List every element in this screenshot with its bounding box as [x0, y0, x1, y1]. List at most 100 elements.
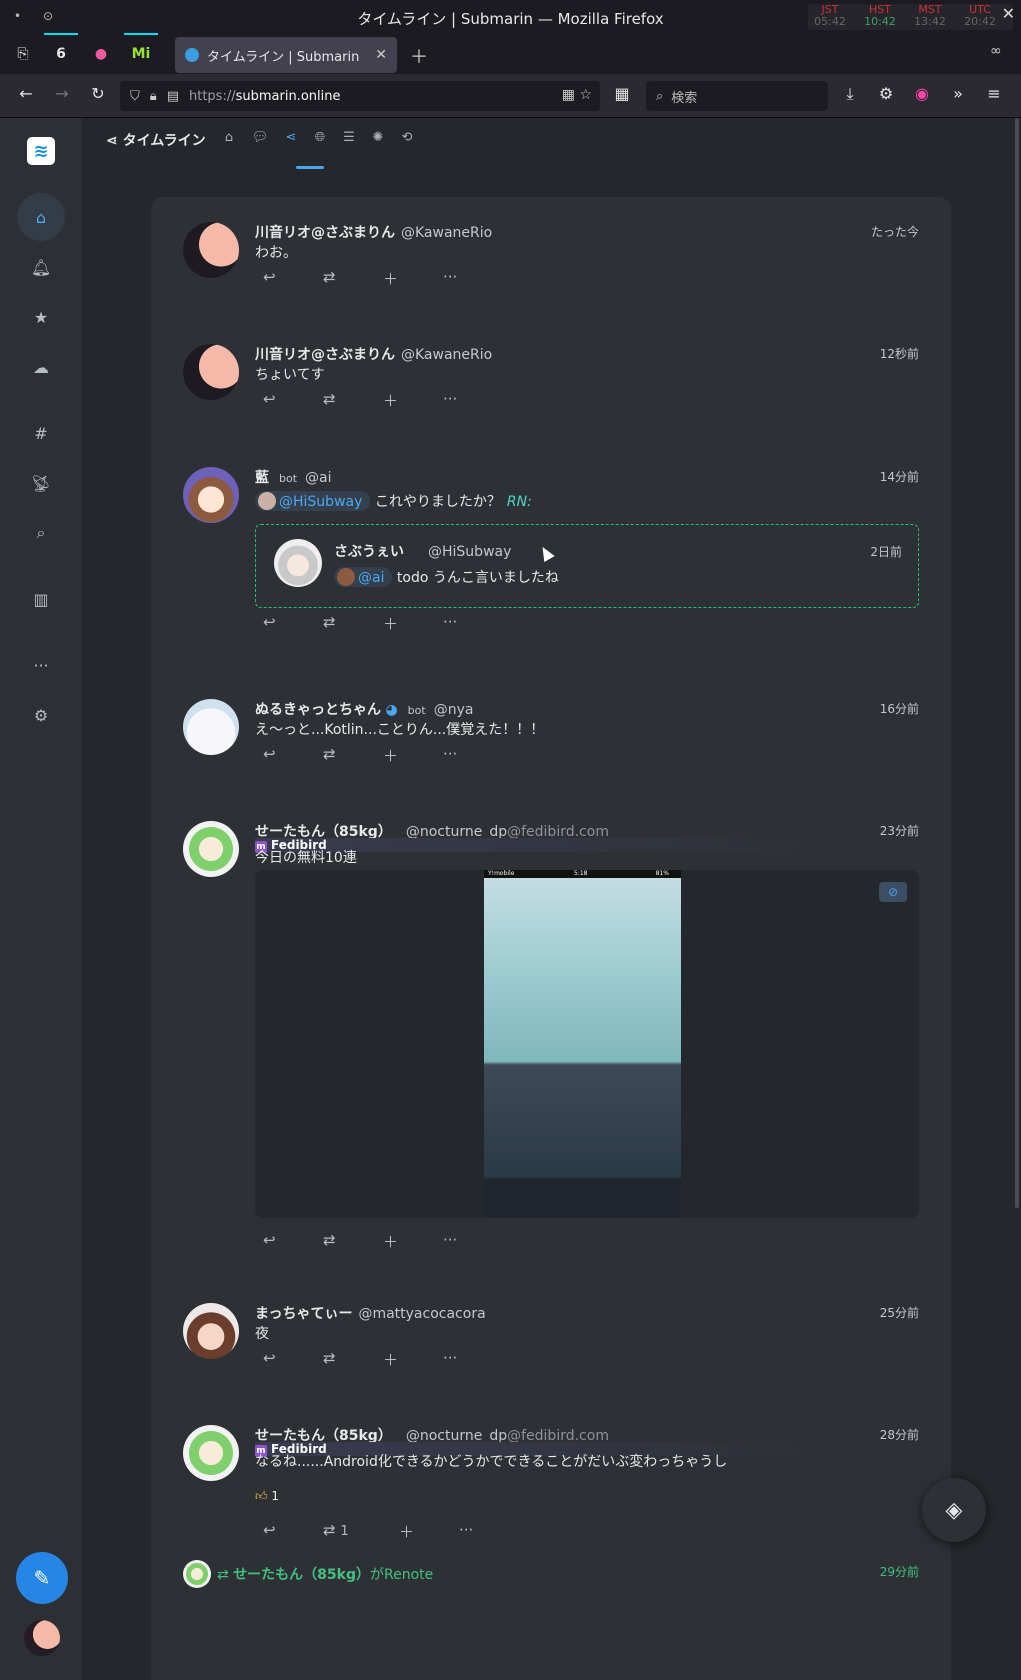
sidebar-item-hashtags[interactable]: # — [17, 409, 65, 457]
reply-icon[interactable]: ↩ — [255, 613, 315, 634]
media-attachment[interactable]: Y!mobile 5:18 81% ⊘ — [255, 870, 919, 1218]
note-time[interactable]: 14分前 — [880, 468, 919, 485]
qr-star-icons[interactable]: ▦ ☆ — [562, 87, 592, 103]
more-icon[interactable]: ··· — [435, 268, 495, 289]
tab-social-icon[interactable]: ⋖ — [280, 130, 302, 145]
user-acct[interactable]: @KawaneRio — [401, 347, 492, 363]
game-screenshot[interactable]: Y!mobile 5:18 81% — [484, 870, 681, 1218]
reply-icon[interactable]: ↩ — [255, 1521, 315, 1542]
sidebar-item-home[interactable]: ⌂ — [17, 193, 65, 241]
more-icon[interactable]: ··· — [435, 745, 495, 766]
window-close-icon[interactable]: ✕ — [1002, 4, 1015, 23]
note-time[interactable]: 23分前 — [880, 822, 919, 839]
reaction-add-icon[interactable]: ＋ — [375, 390, 435, 411]
sidebar-item-notifications[interactable]: 🔔︎ — [17, 243, 65, 291]
renote-icon[interactable]: ⇄ — [315, 613, 375, 634]
account-avatar[interactable] — [24, 1620, 60, 1656]
renote-icon[interactable]: ⇄ — [315, 390, 375, 411]
reload-icon[interactable]: ↻ — [86, 84, 110, 103]
user-name[interactable]: 川音リオ@さぶまりん — [255, 225, 395, 241]
reaction-add-icon[interactable]: ＋ — [375, 745, 435, 766]
mention-link[interactable]: @HiSubway — [255, 491, 371, 511]
tab-channel-icon[interactable]: ⟲ — [396, 130, 418, 145]
compose-button[interactable]: ✎ — [16, 1552, 68, 1604]
sidebar-item-deck[interactable]: ▥ — [17, 575, 65, 623]
renote-icon[interactable]: ⇄ — [315, 1349, 375, 1370]
tab-close-icon[interactable]: ✕ — [375, 47, 387, 63]
overflow-icon[interactable]: » — [946, 84, 970, 103]
renote-icon[interactable]: ⇄ — [315, 268, 375, 289]
note-time[interactable]: たった今 — [871, 223, 919, 240]
sidebar-item-favorites[interactable]: ★ — [17, 293, 65, 341]
renote-icon[interactable]: ⇄ 1 — [315, 1521, 391, 1542]
mention-link[interactable]: @ai — [334, 567, 393, 587]
more-icon[interactable]: ··· — [435, 613, 495, 634]
avatar[interactable] — [183, 821, 239, 877]
avatar[interactable] — [183, 344, 239, 400]
user-name[interactable]: 藍 — [255, 470, 269, 486]
renoter-name[interactable]: せーたもん（85kg） — [233, 1567, 370, 1583]
reaction-add-icon[interactable]: ＋ — [391, 1521, 451, 1542]
pinned-tab-files[interactable]: ⎘ — [10, 42, 36, 66]
avatar[interactable] — [183, 699, 239, 755]
reaction-add-icon[interactable]: ＋ — [375, 1349, 435, 1370]
reply-icon[interactable]: ↩ — [255, 268, 315, 289]
sidebar-item-settings[interactable]: ⚙ — [17, 691, 65, 739]
forward-icon[interactable]: → — [50, 84, 74, 103]
quoted-note[interactable]: さぶうぇい @HiSubway 2日前 @ai todo うんこ言いましたね — [255, 524, 919, 608]
user-acct[interactable]: @HiSubway — [428, 544, 511, 560]
tab-timeline[interactable]: タイムライン | Submarin ✕ — [175, 37, 397, 73]
pinned-tab-misskey[interactable]: Mi — [124, 33, 158, 66]
user-name[interactable]: さぶうぇい — [334, 544, 404, 560]
avatar[interactable] — [183, 222, 239, 278]
back-icon[interactable]: ← — [14, 84, 38, 103]
tab-antenna-icon[interactable]: ✺ — [367, 130, 389, 145]
instance-logo[interactable]: ≋ — [27, 137, 55, 165]
more-icon[interactable]: ··· — [435, 390, 495, 411]
reaction-add-icon[interactable]: ＋ — [375, 1231, 435, 1252]
extension-icon[interactable]: ◉ — [910, 84, 934, 103]
user-name[interactable]: まっちゃてぃー — [255, 1306, 352, 1322]
gear-icon[interactable]: ⚙ — [874, 84, 898, 103]
hamburger-menu-icon[interactable]: ≡ — [982, 84, 1006, 103]
tab-home-icon[interactable]: ⌂ — [218, 130, 240, 145]
reply-icon[interactable]: ↩ — [255, 390, 315, 411]
renote-icon[interactable]: ⇄ — [315, 1231, 375, 1252]
pinned-tab-color[interactable]: ● — [88, 42, 114, 66]
user-acct[interactable]: @mattyacocacora — [358, 1306, 485, 1322]
reply-icon[interactable]: ↩ — [255, 1349, 315, 1370]
note-time[interactable]: 12秒前 — [880, 345, 919, 362]
hide-media-icon[interactable]: ⊘ — [879, 882, 907, 902]
note-time[interactable]: 25分前 — [880, 1304, 919, 1321]
tab-global-icon[interactable]: 🌐︎ — [309, 130, 331, 145]
user-acct[interactable]: @KawaneRio — [401, 225, 492, 241]
page-scrollbar[interactable] — [1015, 118, 1019, 1208]
more-icon[interactable]: ··· — [435, 1231, 495, 1252]
sidebar-item-more[interactable]: ··· — [17, 641, 65, 689]
renote-icon[interactable]: ⇄ — [315, 745, 375, 766]
search-bar[interactable]: ⌕ 検索 — [646, 81, 828, 111]
avatar[interactable] — [183, 1425, 239, 1481]
pinned-tab-6[interactable]: 6 — [44, 33, 78, 66]
tab-list-icon[interactable]: ☰ — [338, 130, 360, 145]
renote-time[interactable]: 29分前 — [880, 1563, 919, 1580]
tab-local-icon[interactable]: 💬︎ — [249, 130, 271, 145]
renoter-avatar[interactable] — [183, 1560, 211, 1588]
reply-icon[interactable]: ↩ — [255, 745, 315, 766]
reply-icon[interactable]: ↩ — [255, 1231, 315, 1252]
sidebar-item-search[interactable]: ⌕ — [17, 509, 65, 557]
url-bar[interactable]: ⛉ 🔒︎ ▤ https://submarin.online ▦ ☆ — [120, 81, 600, 111]
more-icon[interactable]: ··· — [451, 1521, 511, 1542]
new-tab-icon[interactable]: ＋ — [410, 43, 428, 69]
avatar[interactable] — [274, 539, 322, 587]
note-time[interactable]: 16分前 — [880, 700, 919, 717]
download-icon[interactable]: ⤓ — [838, 84, 862, 104]
user-acct[interactable]: @nya — [434, 702, 474, 718]
user-name[interactable]: 川音リオ@さぶまりん — [255, 347, 395, 363]
reaction-chip[interactable]: 👍︎ 1 — [255, 1489, 280, 1504]
sidebar-item-drive[interactable]: ☁ — [17, 343, 65, 391]
user-name[interactable]: ぬるきゃっとちゃん — [255, 702, 381, 718]
reaction-add-icon[interactable]: ＋ — [375, 613, 435, 634]
reaction-add-icon[interactable]: ＋ — [375, 268, 435, 289]
user-acct[interactable]: @ai — [305, 470, 331, 486]
